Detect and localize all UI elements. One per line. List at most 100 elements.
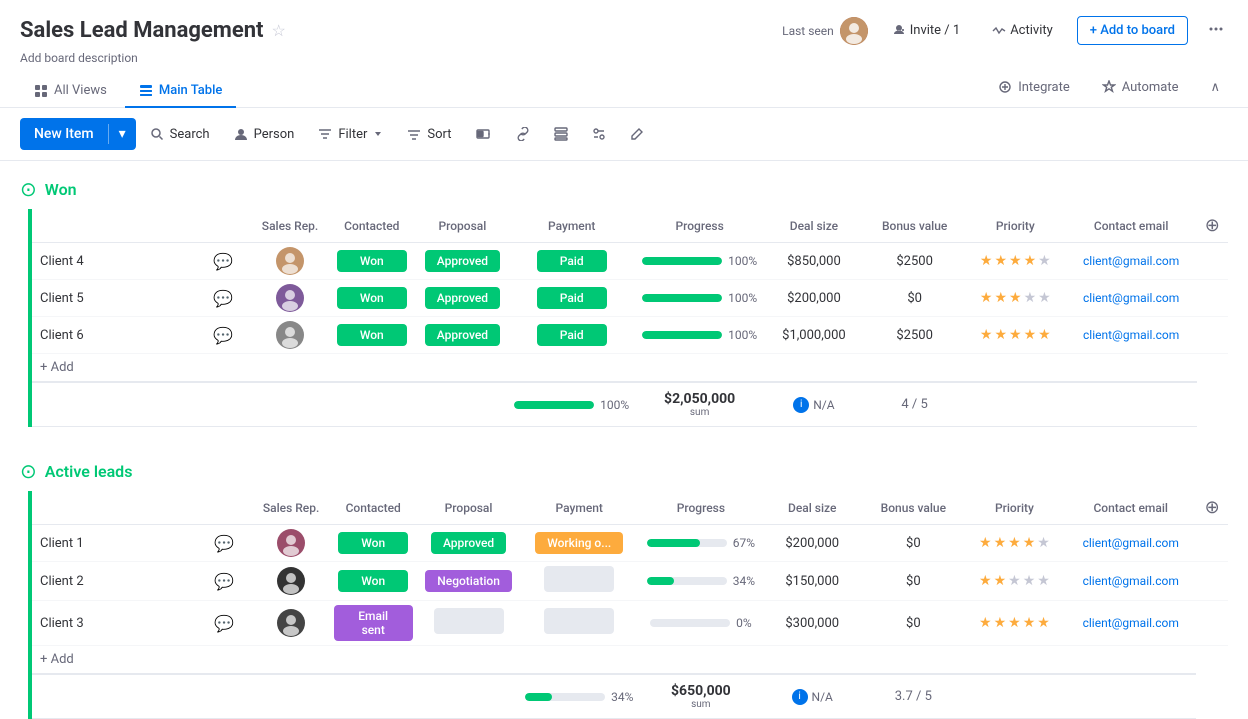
proposal-badge: Approved <box>425 324 500 346</box>
contacted-badge: Email sent <box>334 605 413 641</box>
active-add-row[interactable]: + Add <box>32 646 1228 675</box>
email-link[interactable]: client@gmail.com <box>1083 291 1179 305</box>
summary-progress-cell: 34% <box>518 674 640 719</box>
comment-cell[interactable]: 💬 <box>194 562 255 601</box>
progress-fill <box>642 294 722 302</box>
tabs-left: All Views Main Table <box>20 75 236 107</box>
add-row-label[interactable]: + Add <box>32 354 1228 383</box>
payment-badge: Working o... <box>535 532 623 554</box>
proposal-cell[interactable]: Approved <box>417 243 508 280</box>
collapse-button[interactable]: ∧ <box>1202 76 1228 99</box>
progress-wrap: 100% <box>642 328 758 342</box>
won-group-chevron[interactable]: ⊙ <box>20 177 37 201</box>
bonus-value-cell: $0 <box>863 525 964 562</box>
payment-cell[interactable]: Paid <box>508 280 636 317</box>
payment-cell[interactable]: Working o... <box>518 525 640 562</box>
active-group-chevron[interactable]: ⊙ <box>20 459 37 483</box>
dropdown-arrow[interactable]: ▾ <box>109 118 136 150</box>
main-table-label: Main Table <box>159 83 223 98</box>
payment-badge: Paid <box>537 324 607 346</box>
toolbar: New Item ▾ Search Person Filter Sort <box>0 108 1248 161</box>
email-link[interactable]: client@gmail.com <box>1083 254 1179 268</box>
add-column-icon[interactable]: ⊕ <box>1205 497 1220 518</box>
col-progress: Progress <box>636 209 764 243</box>
email-link[interactable]: client@gmail.com <box>1083 574 1179 588</box>
payment-cell[interactable] <box>518 562 640 601</box>
progress-pct: 67% <box>733 536 755 550</box>
payment-cell[interactable]: Paid <box>508 317 636 354</box>
contacted-cell[interactable]: Won <box>328 562 419 601</box>
email-link[interactable]: client@gmail.com <box>1083 536 1179 550</box>
link-icon-button[interactable] <box>506 121 540 147</box>
col-add[interactable]: ⊕ <box>1197 209 1228 243</box>
avatar-icon <box>276 284 304 312</box>
board-description[interactable]: Add board description <box>20 51 1228 65</box>
invite-button[interactable]: Invite / 1 <box>884 19 968 42</box>
collapse-rows-button[interactable] <box>544 121 578 147</box>
contacted-cell[interactable]: Won <box>326 317 417 354</box>
email-link[interactable]: client@gmail.com <box>1083 328 1179 342</box>
email-link[interactable]: client@gmail.com <box>1083 616 1179 630</box>
battery-icon-button[interactable] <box>466 121 502 147</box>
deal-size: $1,000,000 <box>782 328 846 343</box>
proposal-cell[interactable] <box>419 601 519 646</box>
tab-main-table[interactable]: Main Table <box>125 75 237 108</box>
sort-button[interactable]: Sort <box>397 121 461 148</box>
activity-button[interactable]: Activity <box>984 19 1061 42</box>
summary-deal-cell: $2,050,000 sum <box>636 382 764 427</box>
progress-wrap: 34% <box>646 574 756 588</box>
payment-cell[interactable] <box>518 601 640 646</box>
person-button[interactable]: Person <box>224 121 305 148</box>
won-add-row[interactable]: + Add <box>32 354 1228 383</box>
filter-button[interactable]: Filter <box>308 121 393 148</box>
summary-progress-pct: 34% <box>611 690 633 704</box>
active-group-header[interactable]: ⊙ Active leads <box>20 443 1228 491</box>
format-button[interactable] <box>582 121 616 147</box>
payment-badge-empty <box>544 608 614 634</box>
summary-deal-label: sum <box>646 699 756 710</box>
sales-rep-cell <box>254 601 327 646</box>
automate-button[interactable]: Automate <box>1094 76 1187 99</box>
add-to-board-button[interactable]: + Add to board <box>1077 16 1188 45</box>
active-group-title: Active leads <box>45 462 133 481</box>
comment-cell[interactable]: 💬 <box>194 525 255 562</box>
new-item-button[interactable]: New Item ▾ <box>20 118 136 150</box>
won-group-header[interactable]: ⊙ Won <box>20 161 1228 209</box>
more-options-button[interactable] <box>1204 17 1228 45</box>
tab-all-views[interactable]: All Views <box>20 75 121 108</box>
proposal-cell[interactable]: Approved <box>417 317 508 354</box>
sales-rep-cell <box>254 243 327 280</box>
search-button[interactable]: Search <box>140 121 220 148</box>
star-3: ★ <box>1009 290 1022 306</box>
col-contact-email: Contact email <box>1066 209 1197 243</box>
comment-cell[interactable]: 💬 <box>193 280 253 317</box>
summary-priority-value: 3.7 / 5 <box>895 689 932 704</box>
col-add[interactable]: ⊕ <box>1196 491 1228 525</box>
row-name: Client 1 <box>32 525 194 562</box>
proposal-cell[interactable]: Approved <box>417 280 508 317</box>
col-priority: Priority <box>964 491 1065 525</box>
comment-cell[interactable]: 💬 <box>193 317 253 354</box>
info-icon: i <box>793 397 809 413</box>
summary-bonus-value: N/A <box>813 398 834 412</box>
table-area: ⊙ Won Sales Rep. Contacted Proposal Paym… <box>0 161 1248 719</box>
add-column-icon[interactable]: ⊕ <box>1205 215 1220 236</box>
stars: ★ ★ ★ ★ ★ <box>971 290 1060 306</box>
contacted-cell[interactable]: Won <box>328 525 419 562</box>
contacted-cell[interactable]: Won <box>326 280 417 317</box>
col-proposal: Proposal <box>419 491 519 525</box>
comment-cell[interactable]: 💬 <box>193 243 253 280</box>
progress-cell: 100% <box>636 280 764 317</box>
contacted-cell[interactable]: Email sent <box>328 601 419 646</box>
integrate-button[interactable]: Integrate <box>990 76 1078 99</box>
star-1: ★ <box>980 327 993 343</box>
star-icon[interactable]: ☆ <box>272 21 286 40</box>
contacted-badge: Won <box>337 324 407 346</box>
edit-button[interactable] <box>620 121 654 147</box>
comment-cell[interactable]: 💬 <box>194 601 255 646</box>
payment-cell[interactable]: Paid <box>508 243 636 280</box>
add-row-label[interactable]: + Add <box>32 646 1228 675</box>
proposal-cell[interactable]: Approved <box>419 525 519 562</box>
proposal-cell[interactable]: Negotiation <box>419 562 519 601</box>
contacted-cell[interactable]: Won <box>326 243 417 280</box>
